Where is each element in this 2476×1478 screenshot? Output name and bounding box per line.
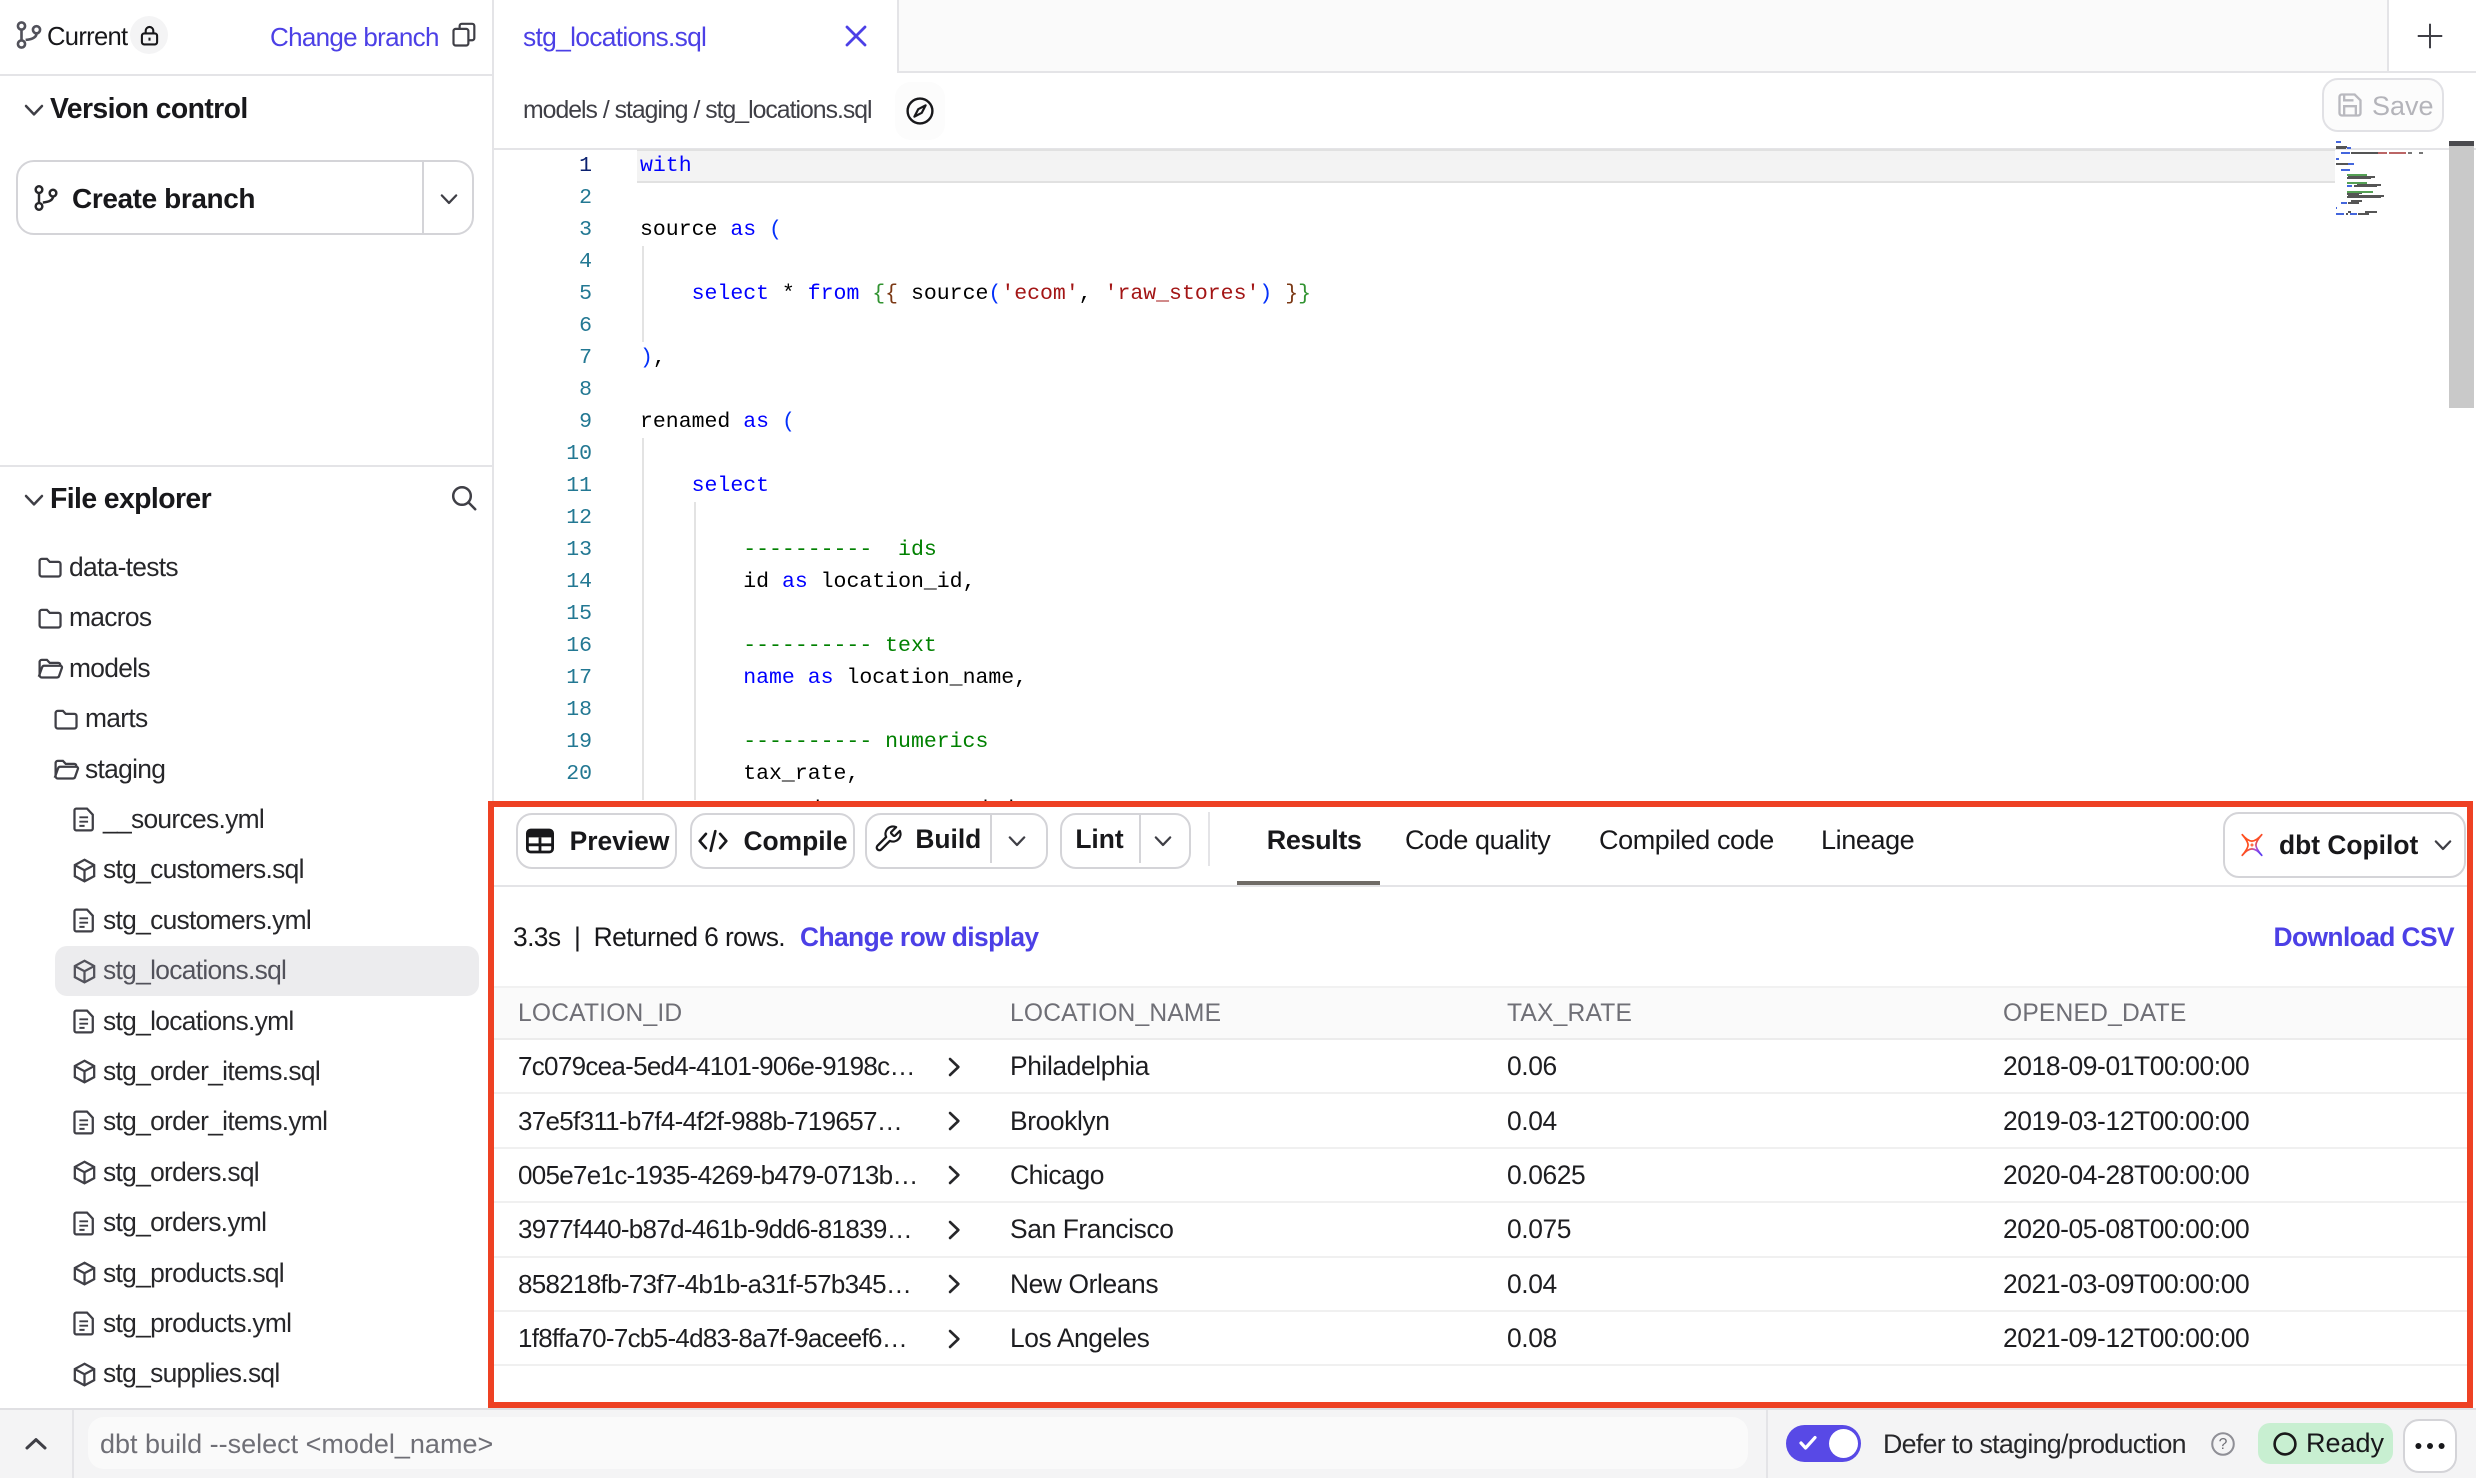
svg-text:?: ? [2219,1436,2228,1453]
